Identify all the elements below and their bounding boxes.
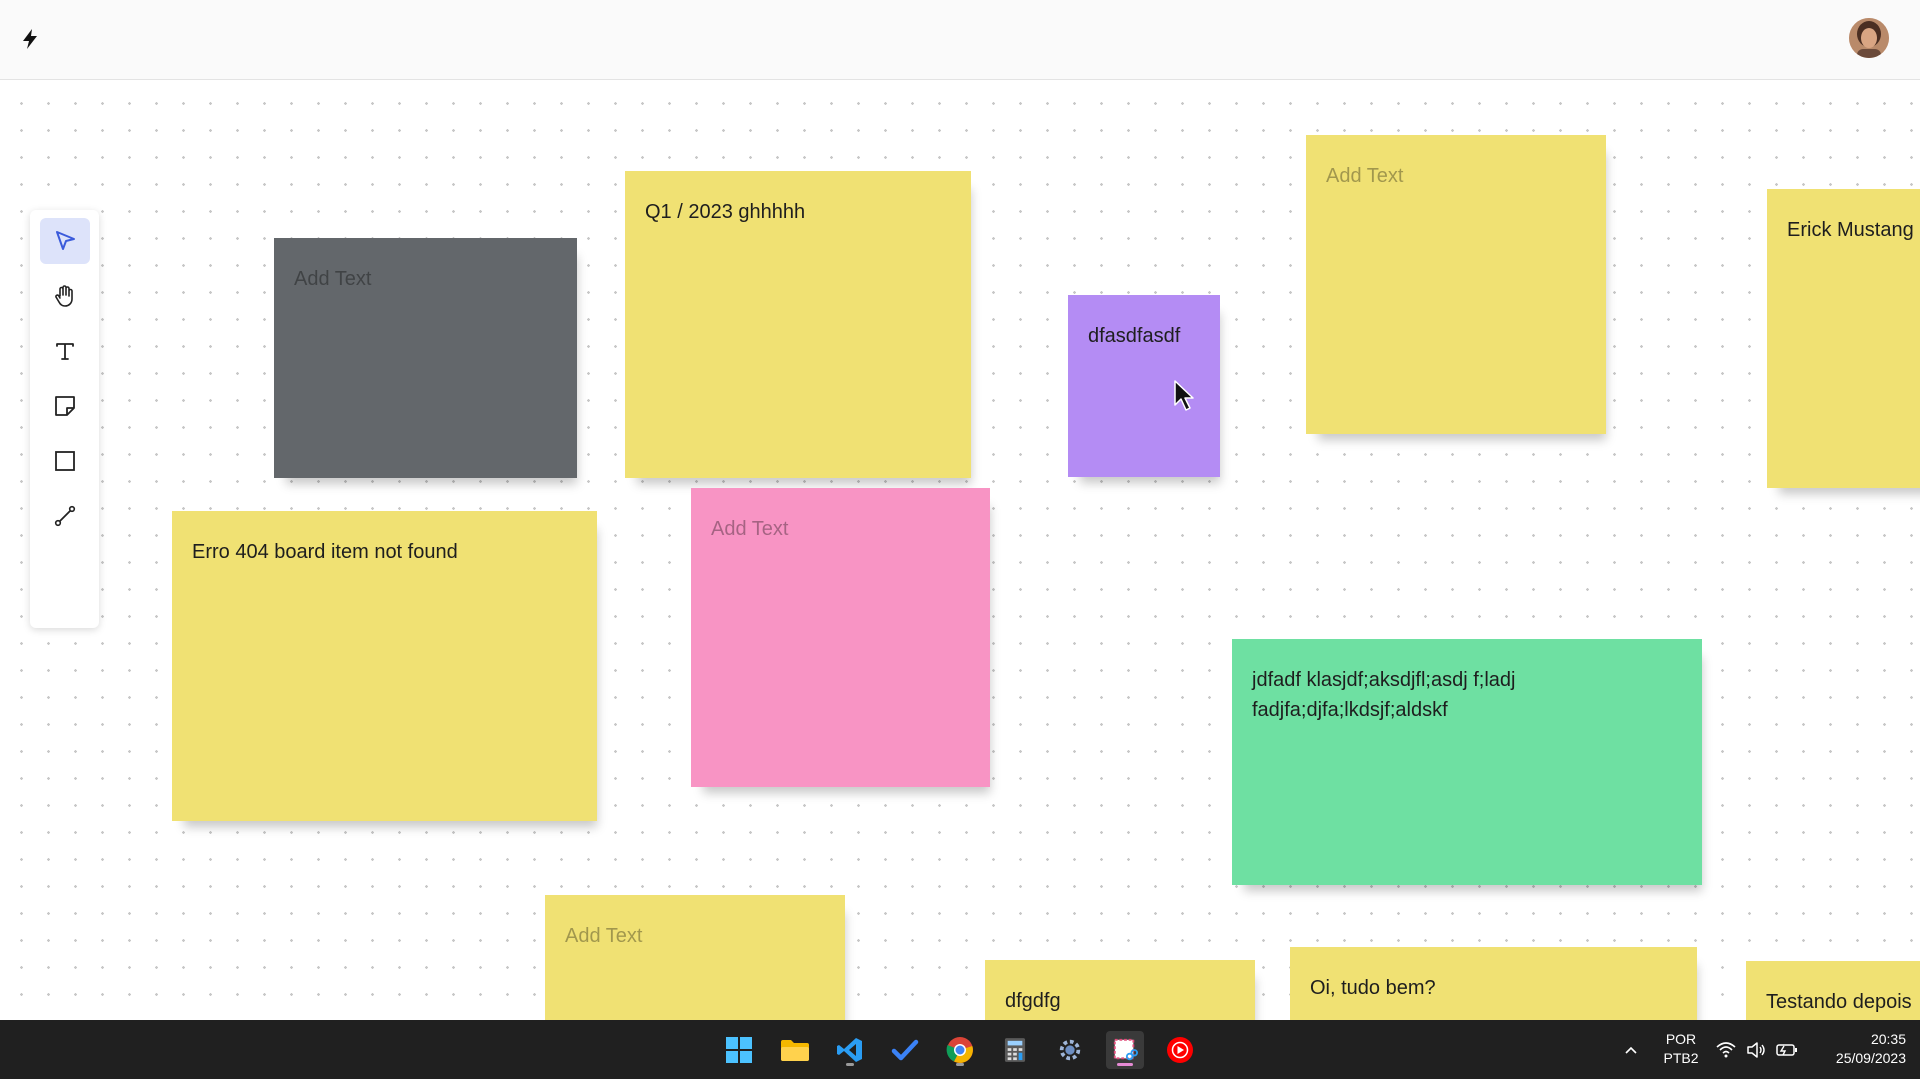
- connector-tool-button[interactable]: [40, 493, 90, 539]
- language-code: POR: [1665, 1031, 1697, 1047]
- chrome-icon: [946, 1037, 973, 1063]
- sticky-note[interactable]: Add Text: [691, 488, 990, 787]
- user-avatar[interactable]: [1849, 18, 1889, 58]
- bolt-icon[interactable]: [20, 28, 40, 50]
- clock-date: 25/09/2023: [1835, 1050, 1906, 1066]
- vscode-button[interactable]: [831, 1031, 869, 1069]
- select-tool-button[interactable]: [40, 218, 90, 264]
- keyboard-layout: PTB2: [1663, 1050, 1699, 1066]
- mouse-pointer-icon: [1174, 380, 1194, 411]
- sticky-note[interactable]: Q1 / 2023 ghhhhh: [625, 171, 971, 478]
- checkmark-icon: [891, 1039, 919, 1061]
- sticky-note[interactable]: Add Text: [1306, 135, 1606, 434]
- file-explorer-button[interactable]: [776, 1031, 814, 1069]
- line-icon: [54, 505, 76, 527]
- clock[interactable]: 20:35 25/09/2023: [1810, 1030, 1906, 1068]
- start-button[interactable]: [720, 1031, 758, 1069]
- square-icon: [55, 451, 75, 471]
- rectangle-tool-button[interactable]: [40, 438, 90, 484]
- play-icon: [1167, 1037, 1193, 1063]
- sticky-note[interactable]: Add Text: [274, 238, 577, 478]
- sticky-note[interactable]: Add Text: [545, 895, 845, 1020]
- sticky-note[interactable]: Testando depois: [1746, 961, 1920, 1020]
- sticky-note[interactable]: Erick Mustang: [1767, 189, 1920, 488]
- windows-taskbar: POR PTB2 20:35 25/09/2023: [0, 1020, 1920, 1079]
- sticky-note-tool-button[interactable]: [40, 383, 90, 429]
- battery-icon[interactable]: [1775, 1039, 1799, 1061]
- volume-icon[interactable]: [1745, 1039, 1767, 1061]
- pan-tool-button[interactable]: [40, 273, 90, 319]
- vscode-icon: [837, 1038, 862, 1062]
- sticky-note[interactable]: Oi, tudo bem?: [1290, 947, 1697, 1020]
- calculator-button[interactable]: [996, 1031, 1034, 1069]
- chevron-up-icon[interactable]: [1620, 1039, 1642, 1061]
- windows-icon: [726, 1037, 752, 1063]
- tool-palette: [30, 210, 99, 628]
- language-indicator[interactable]: POR PTB2: [1658, 1030, 1704, 1068]
- app-button[interactable]: [1051, 1031, 1089, 1069]
- sticky-note-icon: [55, 396, 75, 416]
- snipping-tool-button[interactable]: [1106, 1031, 1144, 1069]
- wifi-icon[interactable]: [1715, 1039, 1737, 1061]
- sticky-note[interactable]: jdfadf klasjdf;aksdjfl;asdj f;ladj fadjf…: [1232, 639, 1702, 885]
- todo-button[interactable]: [886, 1031, 924, 1069]
- clock-time: 20:35: [1870, 1031, 1906, 1047]
- top-bar: [0, 0, 1920, 80]
- chrome-button[interactable]: [941, 1031, 979, 1069]
- sticky-note[interactable]: Erro 404 board item not found: [172, 511, 597, 821]
- text-tool-button[interactable]: [40, 328, 90, 374]
- cursor-arrow-icon: [56, 231, 75, 250]
- gear-icon: [1059, 1039, 1081, 1061]
- whiteboard-canvas[interactable]: Add Text Q1 / 2023 ghhhhh dfasdfasdf Add…: [0, 80, 1920, 1020]
- youtube-music-button[interactable]: [1161, 1031, 1199, 1069]
- hand-icon: [55, 285, 73, 307]
- folder-icon: [781, 1040, 809, 1061]
- sticky-note[interactable]: dfgdfg: [985, 960, 1255, 1020]
- snip-icon: [1113, 1038, 1138, 1061]
- text-icon: [56, 343, 74, 360]
- calculator-icon: [1004, 1038, 1026, 1062]
